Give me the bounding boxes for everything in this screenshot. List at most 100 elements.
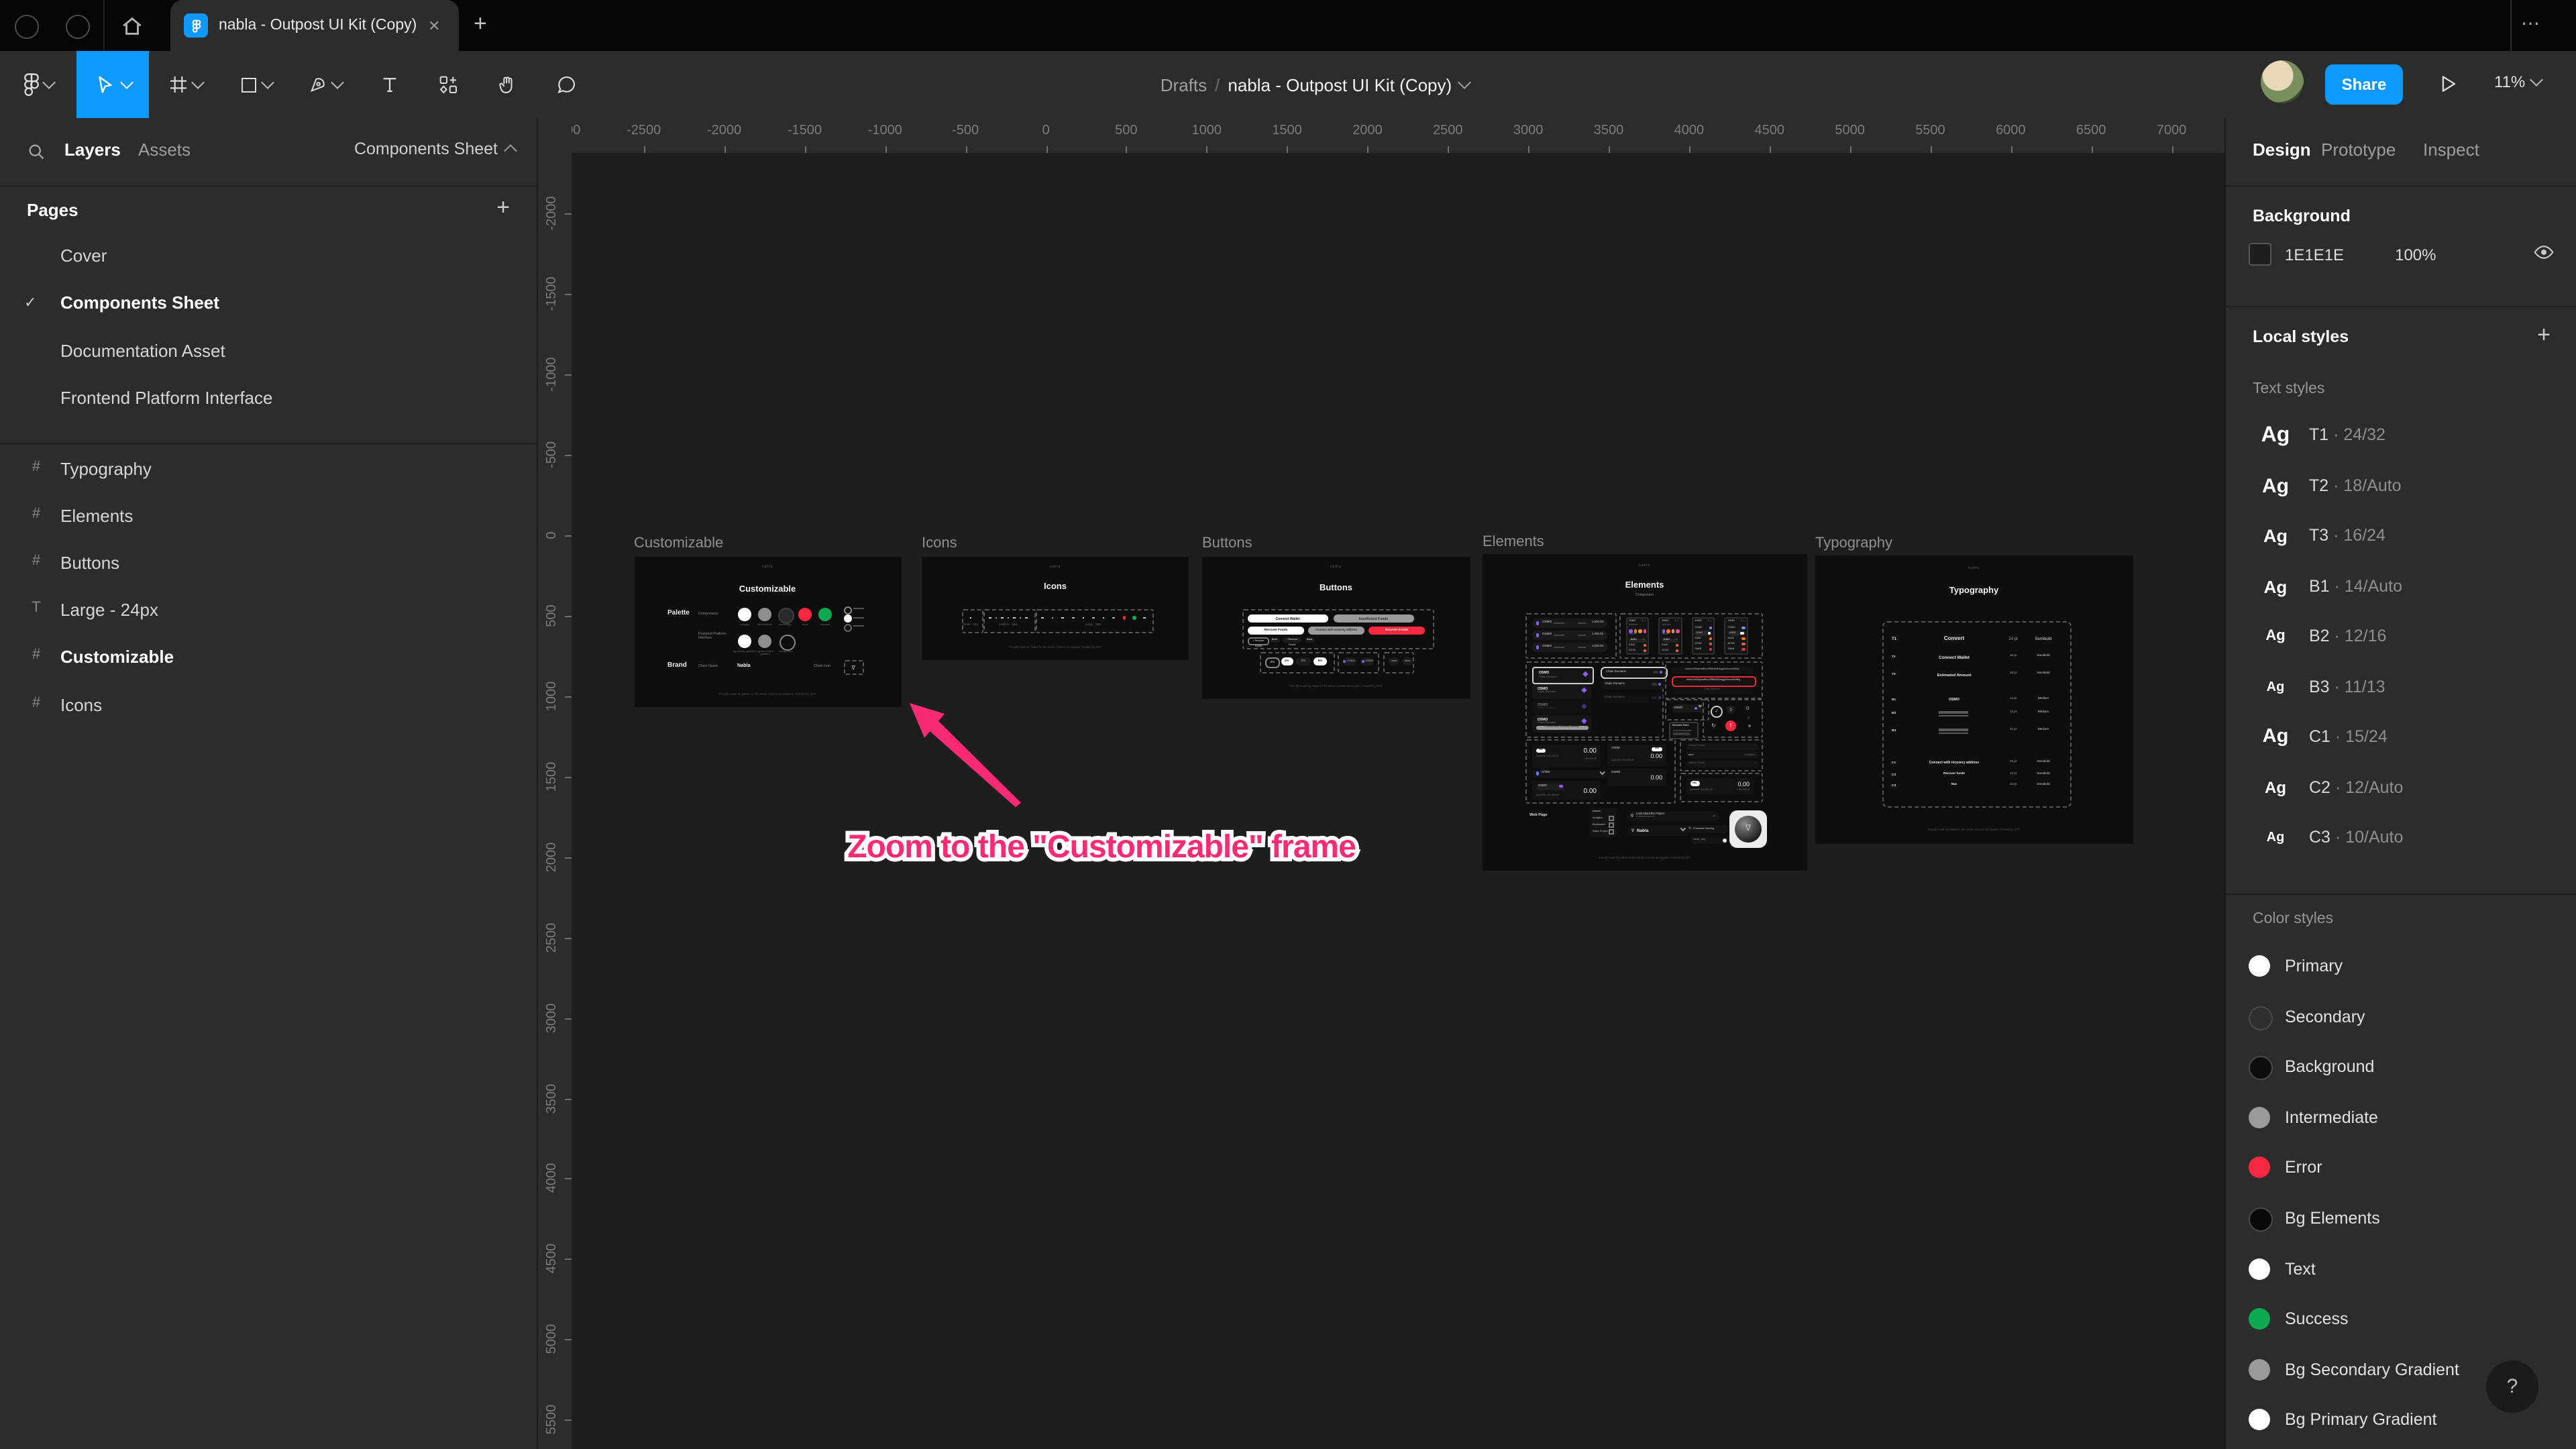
- browser-tab[interactable]: nabla - Outpost UI Kit (Copy) ✕: [170, 0, 459, 51]
- text-style-sample: Ag: [2250, 662, 2301, 712]
- add-page-button[interactable]: +: [496, 195, 510, 221]
- tab-layers[interactable]: Layers: [64, 140, 121, 160]
- text-style-row[interactable]: AgT1 · 24/32: [2226, 411, 2576, 460]
- text-style-row[interactable]: AgB1 · 14/Auto: [2226, 561, 2576, 611]
- text-style-row[interactable]: AgT2 · 18/Auto: [2226, 461, 2576, 511]
- shape-tool[interactable]: [227, 51, 283, 118]
- color-style-row[interactable]: Primary: [2226, 942, 2576, 991]
- frame-layer-icon: #: [27, 506, 46, 522]
- main-menu-button[interactable]: [9, 51, 66, 118]
- ruler-tick: [564, 1098, 571, 1099]
- text-style-row[interactable]: Ag B3 · 11/13: [2226, 662, 2576, 712]
- page-label: Frontend Platform Interface: [60, 388, 273, 408]
- text-style-row[interactable]: AgT3 · 16/24: [2226, 511, 2576, 561]
- window-circle-2[interactable]: [66, 15, 90, 39]
- layer-row[interactable]: #Elements: [0, 494, 537, 541]
- pen-tool[interactable]: [297, 51, 353, 118]
- ruler-label: 3000: [542, 984, 564, 1051]
- page-row[interactable]: Cover: [0, 233, 537, 280]
- ruler-label: 1500: [542, 743, 564, 810]
- color-swatch[interactable]: [2249, 243, 2271, 266]
- ruler-tick: [1609, 146, 1610, 152]
- present-icon[interactable]: [2436, 72, 2459, 95]
- page-row[interactable]: Documentation Asset: [0, 329, 537, 376]
- text-style-row[interactable]: AgB2 · 12/16: [2226, 612, 2576, 661]
- background-opacity[interactable]: 100%: [2395, 245, 2436, 264]
- layer-label: Typography: [60, 459, 152, 479]
- page-row[interactable]: Frontend Platform Interface: [0, 376, 537, 423]
- frame-tool[interactable]: [157, 51, 213, 118]
- ruler-label: 2000: [542, 823, 564, 890]
- text-style-label: B3 · 11/13: [2309, 677, 2385, 696]
- layer-row[interactable]: #Buttons: [0, 541, 537, 588]
- page-label: Cover: [60, 246, 107, 266]
- text-style-row[interactable]: AgC1 · 15/24: [2226, 712, 2576, 762]
- comment-tool[interactable]: [541, 51, 592, 118]
- search-icon[interactable]: [27, 142, 46, 161]
- text-style-row[interactable]: AgC2 · 12/Auto: [2226, 763, 2576, 812]
- ruler-label: -2500: [610, 123, 678, 138]
- layer-row[interactable]: #Customizable: [0, 635, 537, 682]
- ruler-label: 4000: [542, 1145, 564, 1212]
- background-row[interactable]: 1E1E1E 100%: [2249, 243, 2436, 266]
- ruler-tick: [1367, 146, 1368, 152]
- color-style-row[interactable]: Success: [2226, 1295, 2576, 1344]
- browser-tab-bar: nabla - Outpost UI Kit (Copy) ✕ + ⋯: [0, 0, 2576, 51]
- color-style-swatch: [2249, 1006, 2273, 1030]
- color-style-swatch: [2249, 1409, 2270, 1431]
- page-row[interactable]: ✓Components Sheet: [0, 281, 537, 328]
- ruler-tick: [1287, 146, 1289, 152]
- color-style-swatch: [2249, 1359, 2270, 1381]
- ruler-tick: [2171, 146, 2173, 152]
- eye-icon[interactable]: [2533, 243, 2555, 262]
- text-style-row[interactable]: AgC3 · 10/Auto: [2226, 813, 2576, 863]
- frame-layer-icon: #: [27, 694, 46, 710]
- tab-assets[interactable]: Assets: [138, 140, 191, 160]
- local-styles-header: Local styles: [2253, 327, 2349, 346]
- help-button[interactable]: ?: [2486, 1360, 2538, 1413]
- tab-inspect[interactable]: Inspect: [2423, 140, 2479, 160]
- color-style-row[interactable]: Background: [2226, 1042, 2576, 1092]
- tab-design[interactable]: Design: [2253, 140, 2311, 160]
- avatar[interactable]: [2261, 60, 2304, 103]
- color-style-row[interactable]: Intermediate: [2226, 1093, 2576, 1143]
- hand-tool[interactable]: [482, 51, 533, 118]
- canvas[interactable]: Customizable nabla Customizable Palette …: [537, 118, 2224, 1449]
- ruler-label: 6500: [2057, 123, 2125, 138]
- layer-row[interactable]: #Icons: [0, 682, 537, 729]
- color-style-row[interactable]: Secondary: [2226, 992, 2576, 1042]
- tab-close-icon[interactable]: ✕: [428, 17, 440, 35]
- ruler-label: 5500: [1896, 123, 1964, 138]
- tab-prototype[interactable]: Prototype: [2321, 140, 2396, 160]
- color-style-row[interactable]: Bg Elements: [2226, 1194, 2576, 1244]
- layer-row[interactable]: #Typography: [0, 447, 537, 494]
- ruler-tick: [564, 535, 571, 537]
- zoom-menu[interactable]: 11%: [2494, 72, 2541, 91]
- share-button[interactable]: Share: [2325, 64, 2403, 105]
- background-hex[interactable]: 1E1E1E: [2285, 245, 2344, 264]
- add-style-button[interactable]: +: [2537, 322, 2551, 349]
- layer-row[interactable]: TLarge - 24px: [0, 588, 537, 635]
- color-style-swatch: [2249, 1107, 2270, 1128]
- resources-tool[interactable]: [423, 51, 474, 118]
- page-selector[interactable]: Components Sheet: [354, 140, 515, 158]
- text-layer-icon: T: [27, 600, 46, 616]
- color-style-row[interactable]: Error: [2226, 1144, 2576, 1193]
- text-style-label: T2 · 18/Auto: [2309, 476, 2402, 494]
- breadcrumb-root[interactable]: Drafts: [1161, 74, 1207, 95]
- window-circle-1[interactable]: [15, 15, 39, 39]
- chevron-down-icon[interactable]: [1458, 76, 1471, 89]
- move-tool-selected[interactable]: [76, 51, 149, 118]
- more-icon[interactable]: ⋯: [2521, 12, 2541, 35]
- layers-list: #Typography#Elements#ButtonsTLarge - 24p…: [0, 447, 537, 796]
- color-style-row[interactable]: Text: [2226, 1244, 2576, 1294]
- ruler-tick: [564, 455, 571, 456]
- text-tool[interactable]: [364, 51, 415, 118]
- ruler-tick: [1528, 146, 1529, 152]
- new-tab-icon[interactable]: +: [474, 11, 487, 38]
- ruler-label: 500: [1093, 123, 1160, 138]
- pages-list: Cover ✓Components SheetDocumentation Asse…: [0, 233, 537, 448]
- home-icon[interactable]: [121, 15, 144, 38]
- ruler-label: -500: [542, 421, 564, 488]
- breadcrumb-file-name[interactable]: nabla - Outpost UI Kit (Copy): [1228, 74, 1452, 95]
